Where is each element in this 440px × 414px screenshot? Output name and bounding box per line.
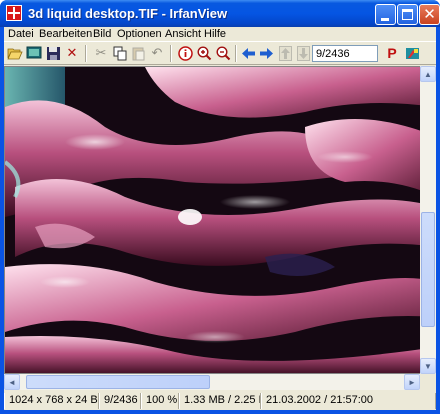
window-title: 3d liquid desktop.TIF - IrfanView [28,6,228,21]
horizontal-scroll-thumb[interactable] [26,375,210,389]
print-p-icon[interactable]: P [384,45,400,61]
menu-ansicht[interactable]: Ansicht [165,28,201,40]
liquid-desktop-image [5,67,435,373]
menu-bar: Datei Bearbeiten Bild Optionen Ansicht H… [4,27,436,41]
status-date: 21.03.2002 / 21:57:00 [261,393,436,409]
scroll-up-button[interactable]: ▲ [420,66,436,82]
scroll-right-button[interactable]: ► [404,374,420,390]
client-area: Datei Bearbeiten Bild Optionen Ansicht H… [4,27,436,410]
status-bar: 1024 x 768 x 24 BPP 9/2436 100 % 1.33 MB… [4,391,436,410]
title-bar[interactable]: 3d liquid desktop.TIF - IrfanView ✕ [0,0,440,27]
menu-hilfe[interactable]: Hilfe [204,28,226,40]
folder-open-icon[interactable] [7,45,23,61]
toolbar-separator [235,45,237,62]
scroll-left-button[interactable]: ◄ [4,374,20,390]
toolbar-separator [170,45,172,62]
arrow-down-icon[interactable] [295,45,311,61]
close-button[interactable]: ✕ [419,4,440,25]
page-number-field[interactable] [312,45,378,62]
toolbar-separator [85,45,87,62]
menu-optionen[interactable]: Optionen [117,28,162,40]
scroll-down-button[interactable]: ▼ [420,358,436,374]
minimize-icon [381,18,389,21]
zoom-in-icon[interactable] [196,45,212,61]
slideshow-icon[interactable] [26,45,42,61]
paint-icon[interactable] [404,45,420,61]
scrollbar-corner [420,374,436,390]
horizontal-scrollbar[interactable]: ◄ ► [4,374,420,390]
status-index: 9/2436 [99,393,141,409]
undo-icon[interactable]: ↶ [149,45,165,61]
status-size: 1.33 MB / 2.25 MB [179,393,261,409]
image-viewport[interactable] [4,66,436,374]
info-icon[interactable] [177,45,193,61]
minimize-button[interactable] [375,4,396,25]
status-zoom: 100 % [141,393,179,409]
copy-icon[interactable] [112,45,128,61]
vertical-scroll-thumb[interactable] [421,212,435,327]
arrow-right-icon[interactable] [258,45,274,61]
zoom-out-icon[interactable] [215,45,231,61]
maximize-icon [402,9,413,20]
menu-bearbeiten[interactable]: Bearbeiten [39,28,92,40]
maximize-button[interactable] [397,4,418,25]
paste-icon[interactable] [130,45,146,61]
scissors-icon[interactable]: ✂ [93,45,109,61]
arrow-up-icon[interactable] [277,45,293,61]
delete-x-icon[interactable]: ✕ [64,45,80,61]
menu-bild[interactable]: Bild [93,28,111,40]
toolbar: ✕ ✂ ↶ 9/2436 P [4,41,436,65]
close-icon: ✕ [423,6,436,23]
arrow-left-icon[interactable] [240,45,256,61]
irfanview-app-icon[interactable] [6,5,22,21]
irfanview-window: 3d liquid desktop.TIF - IrfanView ✕ Date… [0,0,440,414]
menu-datei[interactable]: Datei [8,28,34,40]
status-dimensions: 1024 x 768 x 24 BPP [4,393,99,409]
floppy-disk-icon[interactable] [45,45,61,61]
vertical-scrollbar[interactable]: ▲ ▼ [420,66,436,374]
